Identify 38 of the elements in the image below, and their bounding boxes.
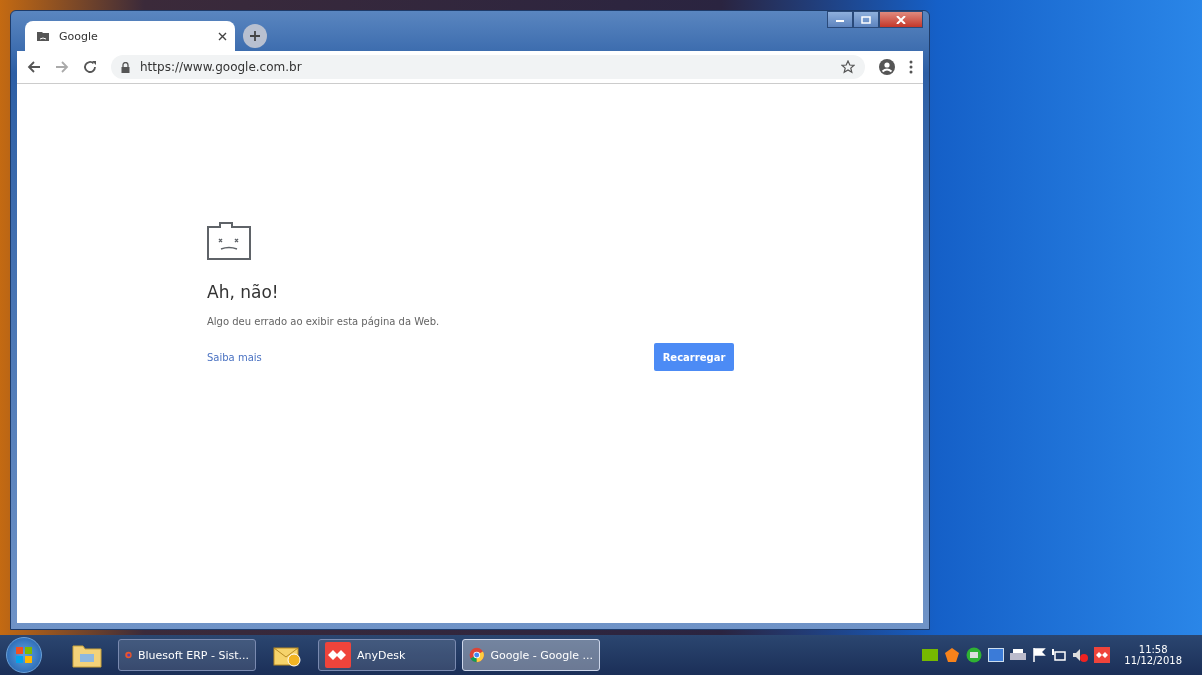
printer-icon[interactable]	[1010, 648, 1027, 662]
folder-icon[interactable]	[72, 642, 102, 668]
error-message: Algo deu errado ao exibir esta página da Web.	[207, 316, 441, 327]
reload-icon[interactable]	[83, 60, 97, 74]
network-icon[interactable]	[1052, 648, 1067, 662]
maximize-button[interactable]	[853, 11, 879, 28]
flag-icon[interactable]	[1032, 648, 1047, 662]
clock-time: 11:58	[1138, 644, 1168, 655]
tab-title: Google	[59, 29, 99, 43]
taskbar-button[interactable]: Google - Google ...	[462, 639, 600, 671]
error-heading: Ah, não!	[207, 282, 280, 302]
sad-folder-icon	[37, 31, 49, 41]
new-tab-button[interactable]	[243, 24, 267, 48]
address-bar[interactable]: https://www.google.com.br	[111, 55, 865, 79]
star-icon[interactable]	[841, 60, 855, 74]
lock-icon	[121, 61, 130, 73]
close-button[interactable]	[879, 11, 923, 28]
back-icon[interactable]	[27, 60, 41, 74]
url-text: https://www.google.com.br	[140, 60, 303, 74]
taskbar-button[interactable]: Bluesoft ERP - Sist...	[118, 639, 256, 671]
close-icon[interactable]	[218, 31, 227, 41]
menu-icon[interactable]	[909, 60, 913, 74]
sad-folder-icon	[207, 222, 251, 260]
diamond-logo-icon[interactable]	[1094, 647, 1111, 663]
windows-logo-icon	[15, 646, 33, 664]
diamond-logo-icon	[325, 642, 351, 668]
browser-tab[interactable]: Google	[25, 21, 235, 51]
account-icon[interactable]	[879, 59, 895, 75]
muted-speaker-icon[interactable]	[1072, 648, 1089, 662]
start-button[interactable]	[6, 637, 42, 673]
taskbar-button[interactable]: AnyDesk	[318, 639, 456, 671]
maximize-icon	[861, 15, 871, 24]
minimize-button[interactable]	[827, 11, 853, 28]
learn-more-link[interactable]: Saiba mais	[207, 351, 262, 363]
monitor-icon[interactable]	[988, 648, 1005, 662]
clock-date: 11/12/2018	[1124, 655, 1182, 666]
plus-icon	[249, 30, 261, 42]
close-icon	[895, 15, 907, 24]
